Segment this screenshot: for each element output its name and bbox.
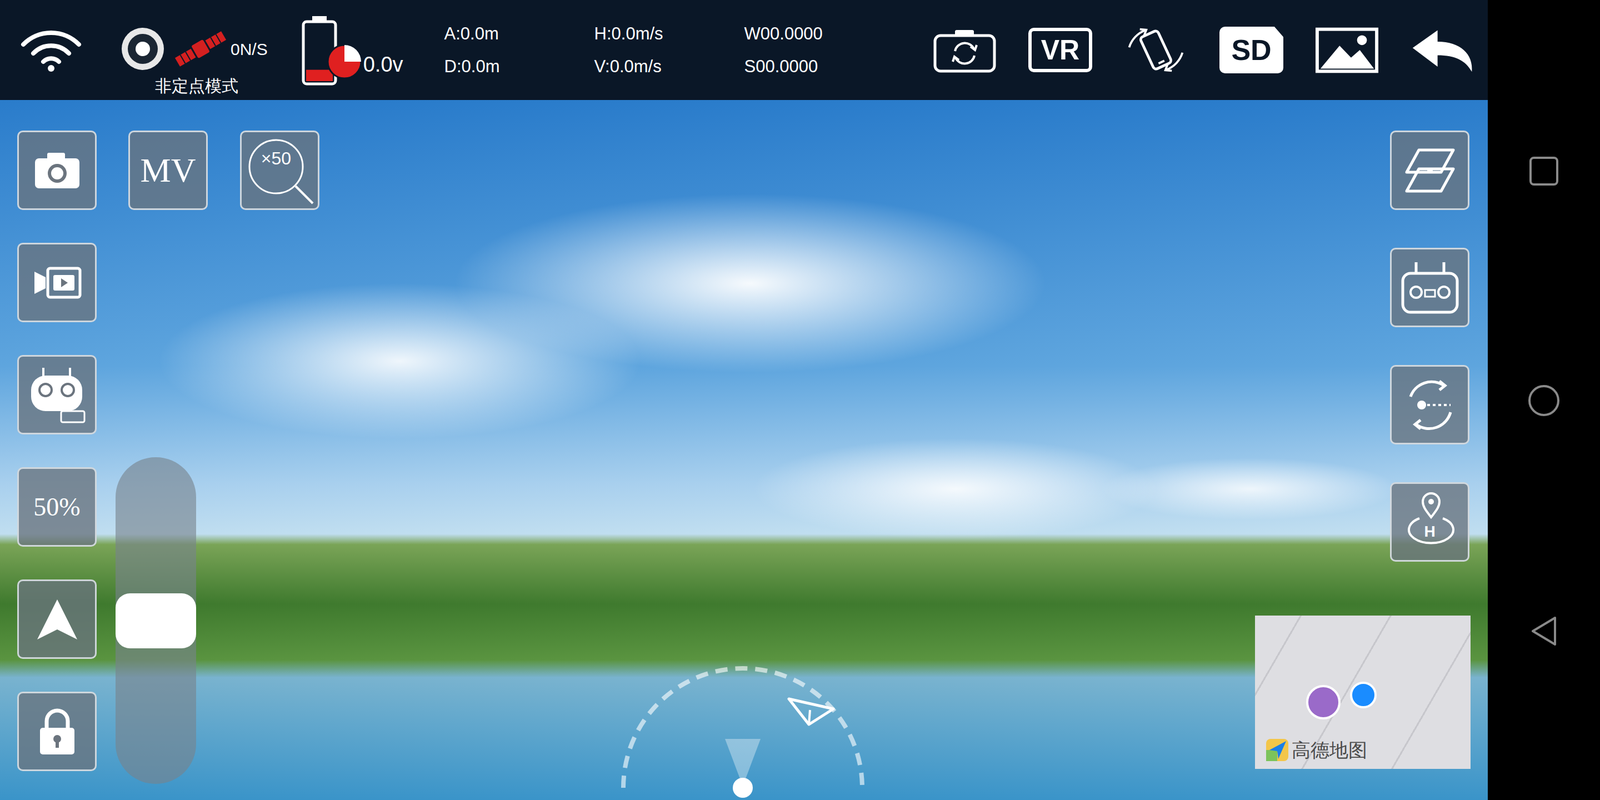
camera-eye-icon[interactable] [120,26,165,72]
android-nav-bar [1487,0,1600,800]
orbit-button[interactable] [1390,365,1470,445]
throttle-slider[interactable] [115,457,197,784]
return-home-button[interactable]: H [1390,482,1470,562]
headless-button[interactable] [17,579,97,659]
flip-icon [1402,145,1458,196]
app-screen: 0N/S 非定点模式 0.0v A:0.0m D:0.0m H:0.0m/s V:0.… [0,0,1600,800]
right-controls: H [1390,130,1470,562]
gamepad-icon [26,364,88,426]
sd-label: SD [1231,35,1272,65]
battery-icon [301,13,363,87]
record-button[interactable] [17,242,97,323]
home-label: H [1391,523,1468,540]
sd-card-button[interactable]: SD [1219,26,1284,74]
vr-label: VR [1041,36,1080,64]
remote-controller-icon [1399,260,1461,316]
remote-button[interactable] [1390,247,1470,328]
vr-button[interactable]: VR [1028,26,1093,74]
zoom-label: ×50 [253,147,299,169]
camera-icon [33,151,81,190]
amap-logo-icon [1265,737,1290,763]
photo-button[interactable] [17,130,97,210]
orbit-icon [1399,374,1461,436]
image-icon [1315,26,1379,74]
gallery-button[interactable] [1315,26,1379,74]
rotate-screen-button[interactable] [1123,26,1188,74]
magnifier-icon [241,132,322,212]
speed-button[interactable]: 50% [17,467,97,547]
switch-camera-icon [932,26,997,74]
battery: 0.0v [301,13,404,87]
telemetry: A:0.0m D:0.0m H:0.0m/s V:0.0m/s W00.0000 S00.… [444,23,895,77]
controller-mode-button[interactable] [17,355,97,435]
poi-pin[interactable] [1306,685,1341,720]
heading-compass-icon [611,650,878,800]
back-arrow-icon [1410,26,1475,74]
toolbar: VR SD [932,26,1475,74]
telemetry-value: S00.0000 [744,56,895,77]
speed-label: 50% [33,487,80,527]
map-logo: 高德地图 [1265,737,1368,763]
telemetry-value: V:0.0m/s [594,56,745,77]
recent-apps-icon[interactable] [1528,155,1560,187]
telemetry-value: H:0.0m/s [594,23,745,44]
lock-icon [37,707,77,756]
satellite-count: 0N/S [230,36,268,62]
video-icon [32,265,83,301]
mini-map[interactable]: 高德地图 [1255,615,1471,769]
flight-mode: 非定点模式 [155,76,268,97]
navigation-arrow-icon [35,597,80,642]
throttle-thumb[interactable] [115,593,197,649]
wifi-icon [15,27,87,73]
home-circle-icon[interactable] [1527,383,1561,418]
satellite-icon [172,26,229,72]
telemetry-value: A:0.0m [444,23,595,44]
left-controls: 50% [17,130,97,772]
mv-label: MV [140,144,197,197]
status-bar: 0N/S 非定点模式 0.0v A:0.0m D:0.0m H:0.0m/s V:0.… [0,0,1488,100]
rotate-phone-icon [1123,25,1188,75]
back-button[interactable] [1410,26,1475,74]
battery-fill [306,70,333,82]
flip-button[interactable] [1390,130,1470,210]
back-triangle-icon[interactable] [1528,614,1560,648]
telemetry-value: D:0.0m [444,56,595,77]
camera-view: 50% MV [0,100,1488,800]
location-dot [1350,681,1377,709]
telemetry-value: W00.0000 [744,23,895,44]
zoom-button[interactable]: ×50 [240,130,320,210]
map-logo-text: 高德地图 [1291,738,1368,762]
main-area: 0N/S 非定点模式 0.0v A:0.0m D:0.0m H:0.0m/s V:0.… [0,0,1488,800]
voltage: 0.0v [363,48,404,81]
gps-status: 0N/S 非定点模式 [120,0,268,97]
switch-camera-button[interactable] [932,26,997,74]
lock-button[interactable] [17,691,97,772]
mv-button[interactable]: MV [128,130,208,210]
